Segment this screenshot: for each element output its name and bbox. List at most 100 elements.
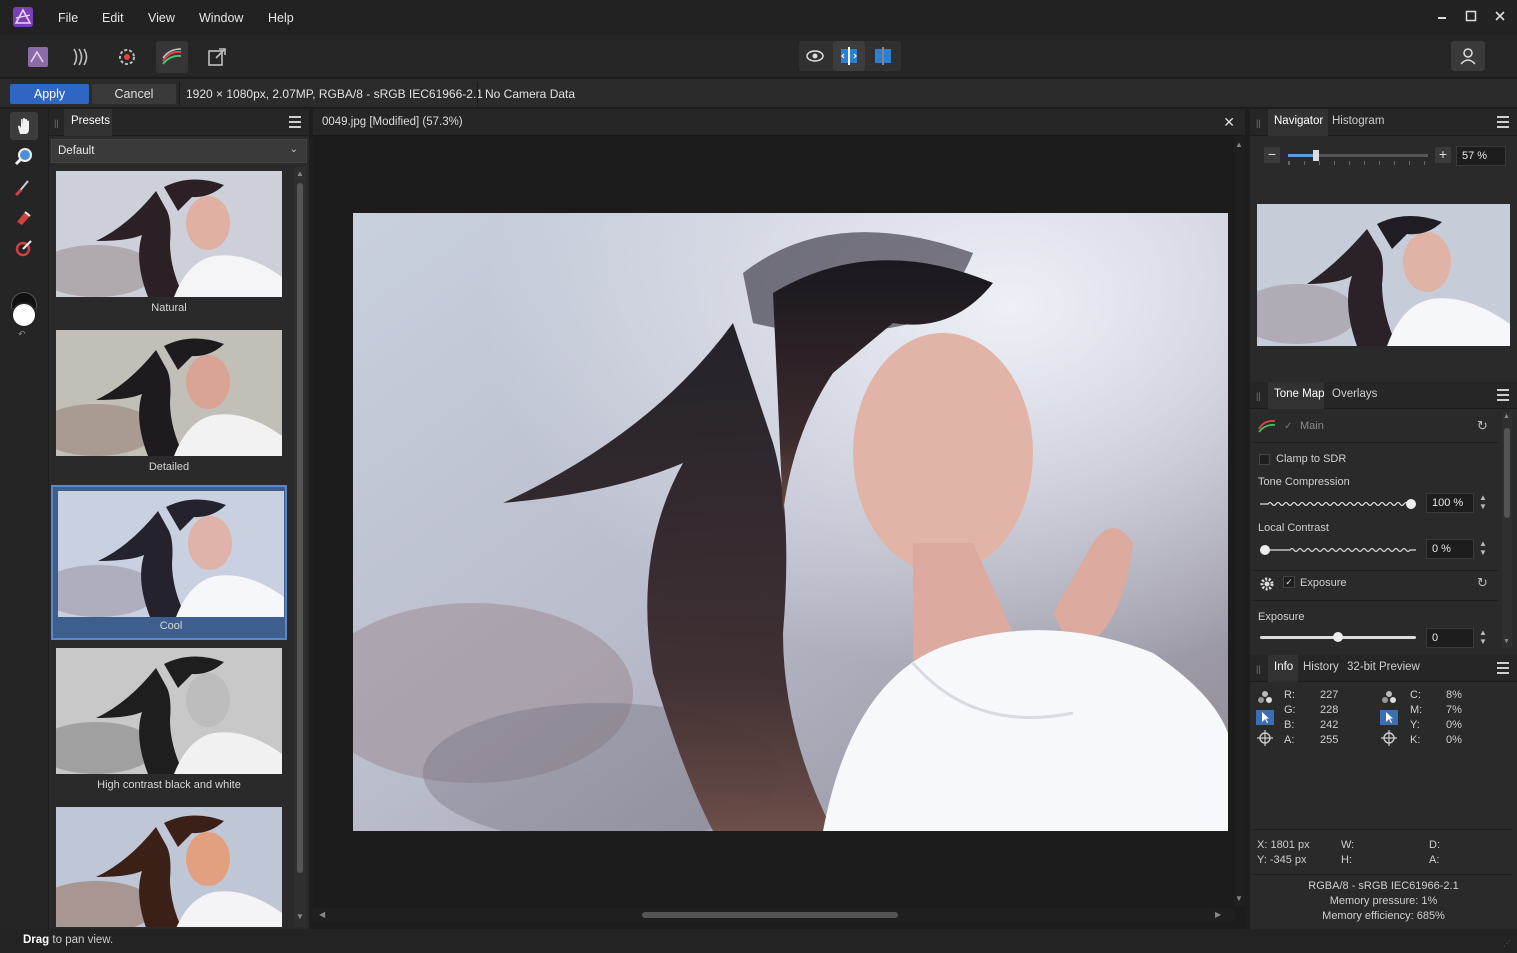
color-picker-icon[interactable] (1257, 690, 1273, 704)
tab-histogram[interactable]: Histogram (1332, 115, 1384, 127)
selection-brush-tool-icon[interactable] (10, 234, 38, 262)
dodge-brush-tool-icon[interactable] (10, 173, 38, 201)
local-contrast-slider[interactable] (1260, 545, 1416, 555)
tone-compression-knob[interactable] (1406, 499, 1416, 509)
scroll-up-icon[interactable]: ▲ (296, 169, 304, 178)
color-picker-icon[interactable] (1381, 690, 1397, 704)
pointer-mode-icon[interactable] (1380, 710, 1398, 725)
scroll-up-icon[interactable]: ▲ (1235, 140, 1243, 149)
local-contrast-field[interactable]: 0 % (1426, 539, 1474, 559)
exposure-slider[interactable] (1260, 632, 1416, 642)
preset-item[interactable]: Cool (51, 485, 287, 640)
minimize-icon[interactable] (1434, 8, 1450, 24)
preset-category-dropdown[interactable]: Default ⌄ (51, 139, 307, 163)
export-persona-icon[interactable] (201, 41, 233, 73)
scroll-up-icon[interactable]: ▲ (1503, 413, 1510, 420)
zoom-tool-icon[interactable] (10, 143, 38, 171)
menu-help[interactable]: Help (268, 11, 294, 25)
resize-grip-icon[interactable]: ⋰ (1503, 939, 1511, 948)
menu-file[interactable]: File (58, 11, 78, 25)
eye-icon[interactable] (799, 41, 831, 71)
scroll-down-icon[interactable]: ▼ (296, 912, 304, 921)
panel-menu-icon[interactable] (289, 116, 301, 131)
tab-info[interactable]: Info (1274, 661, 1293, 673)
panel-grip-icon[interactable]: || (1256, 664, 1261, 674)
horizontal-scroll-thumb[interactable] (642, 912, 898, 918)
tonemap-scrollbar[interactable]: ▲ ▼ (1502, 412, 1512, 648)
mirror-view-icon[interactable] (867, 41, 899, 71)
tab-presets[interactable]: Presets (71, 115, 110, 127)
tab-tone-map[interactable]: Tone Map (1274, 388, 1325, 400)
exposure-field[interactable]: 0 (1426, 628, 1474, 648)
tone-compression-field[interactable]: 100 % (1426, 493, 1474, 513)
panel-grip-icon[interactable]: || (54, 118, 59, 128)
reset-main-icon[interactable]: ↻ (1477, 418, 1488, 434)
slider-wave (1260, 547, 1416, 553)
exposure-knob[interactable] (1333, 632, 1343, 642)
split-view-icon[interactable] (833, 41, 865, 71)
swap-colors-icon[interactable]: ↶ (18, 329, 26, 340)
close-window-icon[interactable] (1492, 8, 1508, 24)
tone-compression-slider[interactable] (1260, 499, 1416, 509)
tab-overlays[interactable]: Overlays (1332, 388, 1377, 400)
photo-persona-icon[interactable] (22, 41, 54, 73)
menu-edit[interactable]: Edit (102, 11, 124, 25)
divider (1253, 442, 1498, 443)
panel-menu-icon[interactable] (1497, 662, 1509, 677)
panel-menu-icon[interactable] (1497, 116, 1509, 131)
navigator-preview[interactable] (1257, 204, 1510, 346)
liquify-persona-icon[interactable] (66, 41, 98, 73)
preset-item[interactable]: Detailed (51, 326, 287, 481)
menu-window[interactable]: Window (199, 11, 243, 25)
apply-button[interactable]: Apply (10, 84, 89, 104)
tone-mapping-persona-icon[interactable] (156, 41, 188, 73)
zoom-out-icon[interactable]: − (1264, 147, 1280, 163)
user-account-icon[interactable] (1451, 41, 1485, 71)
tonemap-header: || Tone Map Overlays (1250, 382, 1517, 409)
scroll-down-icon[interactable]: ▼ (1235, 894, 1243, 903)
vertical-scrollbar[interactable]: ▲ ▼ (1234, 136, 1245, 906)
horizontal-scrollbar[interactable]: ◀ ▶ (313, 908, 1234, 922)
reset-exposure-icon[interactable]: ↻ (1477, 575, 1488, 591)
preset-item[interactable] (51, 803, 287, 927)
develop-persona-icon[interactable] (111, 41, 143, 73)
crosshair-icon[interactable] (1381, 730, 1397, 746)
cancel-button[interactable]: Cancel (92, 84, 176, 104)
scroll-left-icon[interactable]: ◀ (319, 910, 325, 919)
maximize-icon[interactable] (1463, 8, 1479, 24)
preset-item[interactable]: Natural (51, 167, 287, 322)
panel-menu-icon[interactable] (1497, 389, 1509, 404)
document-canvas-image[interactable] (353, 213, 1228, 831)
zoom-in-icon[interactable]: + (1435, 147, 1451, 163)
local-contrast-knob[interactable] (1260, 545, 1270, 555)
local-contrast-stepper[interactable]: ▲ ▼ (1479, 539, 1487, 557)
zoom-slider[interactable] (1288, 150, 1428, 161)
menu-view[interactable]: View (148, 11, 175, 25)
primary-color-swatch[interactable] (11, 302, 37, 328)
crosshair-icon[interactable] (1257, 730, 1273, 746)
tab-navigator[interactable]: Navigator (1274, 115, 1323, 127)
panel-grip-icon[interactable]: || (1256, 118, 1261, 128)
menu-bar: File Edit View Window Help (0, 0, 1517, 35)
tone-compression-stepper[interactable]: ▲ ▼ (1479, 493, 1487, 511)
panel-grip-icon[interactable]: || (1256, 391, 1261, 401)
tonemap-scroll-thumb[interactable] (1504, 428, 1510, 518)
exposure-enabled-checkbox[interactable]: ✓ (1283, 576, 1295, 588)
presets-scrollbar[interactable]: ▲ ▼ (294, 167, 306, 927)
zoom-slider-knob[interactable] (1313, 150, 1319, 161)
tab-32bit-preview[interactable]: 32-bit Preview (1347, 661, 1420, 673)
tab-history[interactable]: History (1303, 661, 1339, 673)
exposure-stepper[interactable]: ▲ ▼ (1479, 628, 1487, 646)
zoom-value-field[interactable]: 57 % (1456, 146, 1506, 166)
eraser-brush-tool-icon[interactable] (10, 204, 38, 232)
scroll-right-icon[interactable]: ▶ (1215, 910, 1221, 919)
pointer-mode-icon[interactable] (1256, 710, 1274, 725)
document-title[interactable]: 0049.jpg [Modified] (57.3%) (322, 116, 463, 128)
main-check-icon[interactable]: ✓ (1284, 421, 1292, 432)
clamp-to-sdr-checkbox[interactable] (1259, 454, 1270, 465)
close-document-icon[interactable]: ✕ (1223, 114, 1235, 131)
scroll-down-icon[interactable]: ▼ (1503, 638, 1510, 645)
presets-scroll-thumb[interactable] (297, 183, 303, 873)
hand-tool-icon[interactable] (10, 112, 38, 140)
preset-item[interactable]: High contrast black and white (51, 644, 287, 799)
